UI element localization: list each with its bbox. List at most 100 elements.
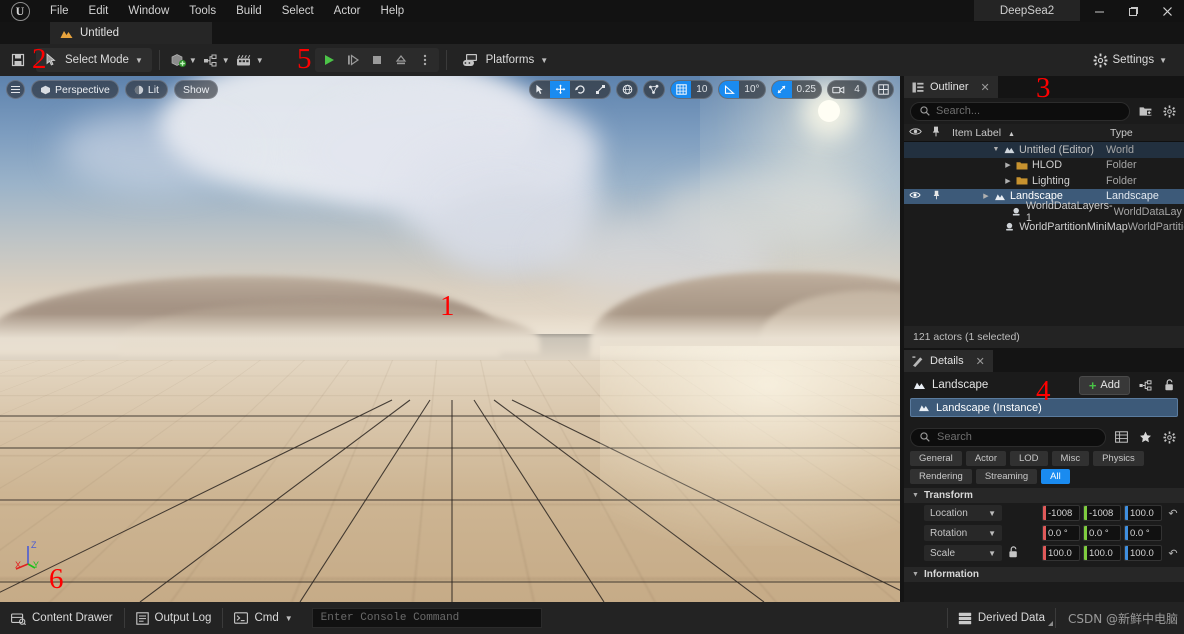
- menu-file[interactable]: File: [40, 0, 79, 22]
- minimize-button[interactable]: [1082, 0, 1116, 22]
- filter-physics[interactable]: Physics: [1093, 451, 1144, 466]
- select-tool-icon[interactable]: [530, 80, 550, 99]
- filter-actor[interactable]: Actor: [966, 451, 1006, 466]
- rotate-tool-icon[interactable]: [570, 80, 590, 99]
- output-log-button[interactable]: Output Log: [125, 606, 223, 630]
- add-actor-button[interactable]: ▼: [167, 48, 200, 72]
- level-viewport[interactable]: Perspective Lit Show 10 10° 0.25 4 Z X Y: [0, 76, 900, 602]
- blueprints-button[interactable]: ▼: [200, 48, 233, 72]
- viewport-camera-dropdown[interactable]: Perspective: [31, 80, 119, 99]
- location-x-input[interactable]: -1008: [1042, 505, 1080, 521]
- star-icon[interactable]: [1136, 428, 1154, 446]
- menu-build[interactable]: Build: [226, 0, 272, 22]
- console-command-input[interactable]: Enter Console Command: [312, 608, 542, 628]
- menu-edit[interactable]: Edit: [79, 0, 119, 22]
- viewport-menu-icon[interactable]: [6, 80, 25, 99]
- close-button[interactable]: [1150, 0, 1184, 22]
- tab-details[interactable]: Details ✕: [904, 350, 993, 372]
- scale-snap-value[interactable]: 0.25: [792, 80, 821, 99]
- tab-untitled-level[interactable]: Untitled: [50, 22, 212, 44]
- unreal-logo-icon[interactable]: U: [0, 0, 40, 22]
- new-folder-icon[interactable]: [1136, 102, 1154, 120]
- section-information-header[interactable]: ▼ Information: [904, 567, 1184, 582]
- settings-button[interactable]: Settings ▼: [1086, 48, 1174, 72]
- outliner-row-world[interactable]: ▼ Untitled (Editor) World: [904, 142, 1184, 158]
- outliner-settings-gear-icon[interactable]: [1160, 102, 1178, 120]
- scale-z-input[interactable]: 100.0: [1124, 545, 1162, 561]
- tab-outliner[interactable]: Outliner ✕: [904, 76, 998, 98]
- outliner-row-worlddatalayers[interactable]: WorldDataLayers-1 WorldDataLay: [904, 204, 1184, 220]
- property-name-rotation[interactable]: Rotation ▼: [924, 525, 1002, 541]
- location-y-input[interactable]: -1008: [1083, 505, 1121, 521]
- rotation-x-input[interactable]: 0.0 °: [1042, 525, 1080, 541]
- platforms-button[interactable]: Platforms ▼: [454, 48, 557, 72]
- skip-button[interactable]: [341, 48, 365, 72]
- stop-button[interactable]: [365, 48, 389, 72]
- reset-location-icon[interactable]: ↶: [1166, 507, 1180, 520]
- grid-snap-icon[interactable]: [671, 80, 691, 99]
- scale-tool-icon[interactable]: [590, 80, 610, 99]
- details-settings-gear-icon[interactable]: [1160, 428, 1178, 446]
- more-options-button[interactable]: [413, 48, 437, 72]
- outliner-column-item-label[interactable]: Item Label ▲: [946, 127, 1106, 139]
- filter-all[interactable]: All: [1041, 469, 1070, 484]
- rotation-y-input[interactable]: 0.0 °: [1083, 525, 1121, 541]
- derived-data-button[interactable]: Derived Data: [948, 606, 1055, 630]
- outliner-row-hlod[interactable]: ▶ HLOD Folder: [904, 158, 1184, 174]
- angle-snap-value[interactable]: 10°: [739, 80, 764, 99]
- viewport-lighting-dropdown[interactable]: Lit: [125, 80, 168, 99]
- rotation-z-input[interactable]: 0.0 °: [1124, 525, 1162, 541]
- visibility-column-icon[interactable]: [904, 127, 926, 139]
- outliner-row-worldpartitionminimap[interactable]: WorldPartitionMiniMap WorldPartitio: [904, 220, 1184, 236]
- maximize-button[interactable]: [1116, 0, 1150, 22]
- save-button[interactable]: [6, 48, 30, 72]
- eject-button[interactable]: [389, 48, 413, 72]
- expander-icon[interactable]: ▼: [992, 146, 1000, 153]
- viewport-layout-icon[interactable]: [873, 80, 893, 99]
- close-icon[interactable]: ✕: [976, 355, 985, 368]
- world-coords-icon[interactable]: [617, 80, 637, 99]
- content-drawer-button[interactable]: Content Drawer: [0, 606, 124, 630]
- property-name-scale[interactable]: Scale ▼: [924, 545, 1002, 561]
- menu-select[interactable]: Select: [272, 0, 324, 22]
- outliner-column-type[interactable]: Type: [1106, 127, 1184, 139]
- scale-x-input[interactable]: 100.0: [1042, 545, 1080, 561]
- grid-snap-value[interactable]: 10: [691, 80, 712, 99]
- camera-speed-value[interactable]: 4: [848, 80, 866, 99]
- outliner-search-input[interactable]: Search...: [910, 102, 1130, 121]
- scale-snap-icon[interactable]: [772, 80, 792, 99]
- cinematics-button[interactable]: ▼: [233, 48, 267, 72]
- filter-misc[interactable]: Misc: [1052, 451, 1090, 466]
- select-mode-dropdown[interactable]: Select Mode ▼: [36, 48, 152, 72]
- filter-general[interactable]: General: [910, 451, 962, 466]
- scale-lock-icon[interactable]: [1006, 546, 1020, 561]
- menu-window[interactable]: Window: [118, 0, 179, 22]
- angle-snap-icon[interactable]: [719, 80, 739, 99]
- filter-rendering[interactable]: Rendering: [910, 469, 972, 484]
- close-icon[interactable]: ✕: [981, 81, 990, 94]
- reset-scale-icon[interactable]: ↶: [1166, 547, 1180, 560]
- row-visibility-icon[interactable]: [904, 191, 926, 201]
- camera-icon[interactable]: [828, 80, 848, 99]
- filter-lod[interactable]: LOD: [1010, 451, 1048, 466]
- outliner-row-lighting[interactable]: ▶ Lighting Folder: [904, 173, 1184, 189]
- cmd-dropdown[interactable]: Cmd ▼: [223, 606, 303, 630]
- unlock-icon[interactable]: [1160, 376, 1178, 394]
- viewport-show-dropdown[interactable]: Show: [174, 80, 218, 99]
- resize-corner-icon[interactable]: [1048, 621, 1053, 626]
- move-tool-icon[interactable]: [550, 80, 570, 99]
- components-icon[interactable]: [1136, 376, 1154, 394]
- menu-tools[interactable]: Tools: [179, 0, 226, 22]
- section-transform-header[interactable]: ▼ Transform: [904, 488, 1184, 503]
- expander-icon[interactable]: ▶: [1004, 177, 1012, 185]
- filter-streaming[interactable]: Streaming: [976, 469, 1037, 484]
- play-button[interactable]: [317, 48, 341, 72]
- add-component-button[interactable]: + Add: [1079, 376, 1130, 395]
- pin-column-icon[interactable]: [926, 126, 946, 140]
- location-z-input[interactable]: 100.0: [1124, 505, 1162, 521]
- menu-help[interactable]: Help: [371, 0, 415, 22]
- details-search-input[interactable]: Search: [910, 428, 1106, 447]
- column-view-icon[interactable]: [1112, 428, 1130, 446]
- scale-y-input[interactable]: 100.0: [1083, 545, 1121, 561]
- surface-snap-icon[interactable]: [644, 80, 664, 99]
